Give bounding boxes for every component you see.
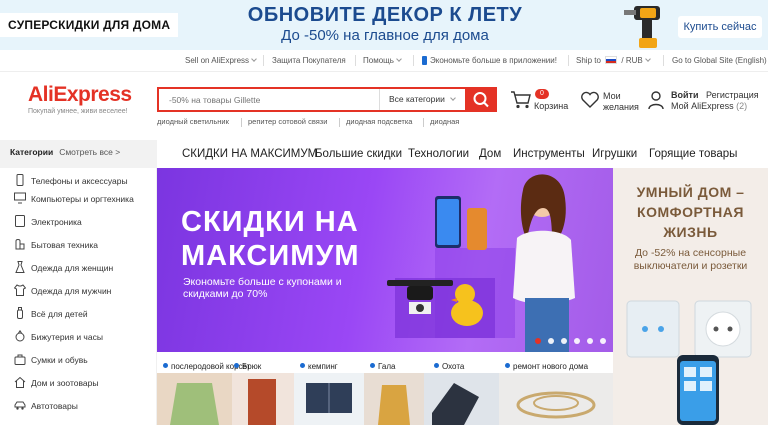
category-item-computers[interactable]: Компьютеры и оргтехника (0, 188, 157, 210)
russia-flag-icon (605, 56, 618, 64)
app-promo-link[interactable]: Экономьте больше в приложении! (422, 56, 557, 65)
promo-subline: До -50% на главное для дома (281, 27, 489, 44)
bag-icon (14, 354, 26, 365)
carousel-dot[interactable] (535, 338, 541, 344)
product-image (499, 373, 613, 425)
cart-count-badge: 0 (535, 89, 549, 99)
buyer-protection-link[interactable]: Защита Покупателя (272, 56, 346, 65)
product-image (424, 373, 499, 425)
wishlist-label-line2[interactable]: желания (603, 102, 639, 113)
carousel-dot[interactable] (561, 338, 567, 344)
hero-title-line1: СКИДКИ НА (181, 206, 359, 238)
top-nav: Sell on AliExpress Защита Покупателя Пом… (0, 50, 768, 72)
promo-badge: СУПЕРСКИДКИ ДЛЯ ДОМА (0, 13, 179, 37)
carousel-dot[interactable] (548, 338, 554, 344)
category-item-home-pets[interactable]: Дом и зоотовары (0, 372, 157, 394)
cart-label[interactable]: Корзина (534, 101, 568, 112)
sell-link[interactable]: Sell on AliExpress (185, 56, 257, 65)
product-strips: послеродовой корсет Брюк кемпинг Гала Ох… (157, 358, 613, 425)
smart-home-title: УМНЫЙ ДОМ – КОМФОРТНАЯ ЖИЗНЬ (636, 184, 745, 240)
my-aliexpress-link[interactable]: Мой AliExpress (2) (671, 101, 747, 112)
search-hint[interactable]: репитер сотовой связи (248, 117, 327, 126)
tab-big-discounts[interactable]: Большие скидки (315, 140, 402, 168)
see-all-link[interactable]: Смотреть все > (59, 147, 120, 157)
appliance-icon (15, 239, 25, 250)
bottle-icon (17, 307, 23, 319)
tagline: Покупай умнее, живи веселее! (28, 108, 128, 115)
header: AliExpress Покупай умнее, живи веселее! … (0, 72, 768, 138)
category-bar: Категории Смотреть все > СКИДКИ НА МАКСИМ… (0, 140, 768, 168)
shirt-icon (14, 284, 26, 296)
search-hint[interactable]: диодная подсветка (346, 117, 412, 126)
tab-home[interactable]: Дом (479, 140, 501, 168)
user-icon[interactable] (647, 90, 665, 110)
carousel-dot[interactable] (574, 338, 580, 344)
smart-home-subtitle: До -52% на сенсорные выключатели и розет… (633, 247, 748, 272)
tab-technology[interactable]: Технологии (408, 140, 469, 168)
search-icon (473, 92, 489, 108)
tab-hot-deals[interactable]: Горящие товары (649, 140, 737, 168)
heart-icon[interactable] (580, 91, 600, 109)
hero-title-line2: МАКСИМУМ (181, 240, 360, 272)
category-item-women-clothing[interactable]: Одежда для женщин (0, 257, 157, 279)
ring-icon (15, 330, 25, 342)
phone-icon (422, 56, 427, 65)
category-sidebar: Телефоны и аксессуары Компьютеры и оргте… (0, 168, 157, 425)
search-hint[interactable]: диодный светильник (157, 117, 229, 126)
category-item-appliances[interactable]: Бытовая техника (0, 234, 157, 256)
register-link[interactable]: Регистрация (706, 90, 759, 101)
cart-icon[interactable] (510, 90, 532, 110)
product-image (364, 373, 424, 425)
search-button[interactable] (465, 87, 497, 112)
strip-item[interactable]: кемпинг (294, 358, 364, 425)
strip-item[interactable]: послеродовой корсет (157, 358, 250, 425)
category-item-jewelry[interactable]: Бижутерия и часы (0, 326, 157, 348)
strip-item[interactable]: Гала (364, 358, 424, 425)
promo-headline: ОБНОВИТЕ ДЕКОР К ЛЕТУ (247, 4, 523, 26)
category-item-electronics[interactable]: Электроника (0, 211, 157, 233)
tablet-icon (15, 215, 25, 227)
promo-banner[interactable]: СУПЕРСКИДКИ ДЛЯ ДОМА ОБНОВИТЕ ДЕКОР К ЛЕ… (0, 0, 768, 50)
car-icon (14, 401, 26, 410)
tab-max-discounts[interactable]: СКИДКИ НА МАКСИМУМ (182, 140, 317, 168)
drill-image (624, 6, 660, 48)
strip-item[interactable]: ремонт нового дома (499, 358, 613, 425)
smart-home-promo[interactable]: УМНЫЙ ДОМ – КОМФОРТНАЯ ЖИЗНЬ До -52% на … (613, 168, 768, 425)
product-image (232, 373, 294, 425)
dress-icon (15, 261, 25, 273)
search-hint[interactable]: диодная (430, 117, 459, 126)
carousel-dot[interactable] (587, 338, 593, 344)
help-link[interactable]: Помощь (363, 56, 402, 65)
strip-item[interactable]: Охота (424, 358, 499, 425)
product-image (294, 373, 364, 425)
signin-link[interactable]: Войти (671, 90, 698, 101)
global-site-link[interactable]: Go to Global Site (English) (672, 56, 767, 65)
monitor-icon (14, 192, 26, 204)
hero-banner[interactable]: СКИДКИ НА МАКСИМУМ Экономьте больше с ку… (157, 168, 613, 352)
search-bar: Все категории (157, 87, 497, 112)
categories-header: Категории Смотреть все > (0, 140, 157, 168)
tab-toys[interactable]: Игрушки (592, 140, 637, 168)
ship-to-selector[interactable]: Ship to / RUB (576, 56, 651, 65)
category-item-bags[interactable]: Сумки и обувь (0, 349, 157, 371)
categories-title: Категории (10, 147, 54, 157)
carousel-dot[interactable] (600, 338, 606, 344)
category-item-men-clothing[interactable]: Одежда для мужчин (0, 280, 157, 302)
smart-switch-image (626, 300, 752, 425)
category-item-kids[interactable]: Всё для детей (0, 303, 157, 325)
buy-now-button[interactable]: Купить сейчас (678, 16, 762, 38)
phone-icon (16, 174, 24, 186)
logo[interactable]: AliExpress (28, 83, 132, 107)
strip-item[interactable]: Брюк (232, 358, 294, 425)
hero-subtitle: Экономьте больше с купонами и скидками д… (183, 276, 342, 300)
wishlist-label-line1[interactable]: Мои (603, 91, 621, 102)
hero-products-image (387, 174, 575, 352)
search-input[interactable] (159, 89, 379, 110)
home-icon (14, 376, 26, 388)
category-item-auto[interactable]: Автотовары (0, 395, 157, 417)
product-image (157, 373, 232, 425)
tab-tools[interactable]: Инструменты (513, 140, 585, 168)
search-category-select[interactable]: Все категории (379, 89, 467, 110)
